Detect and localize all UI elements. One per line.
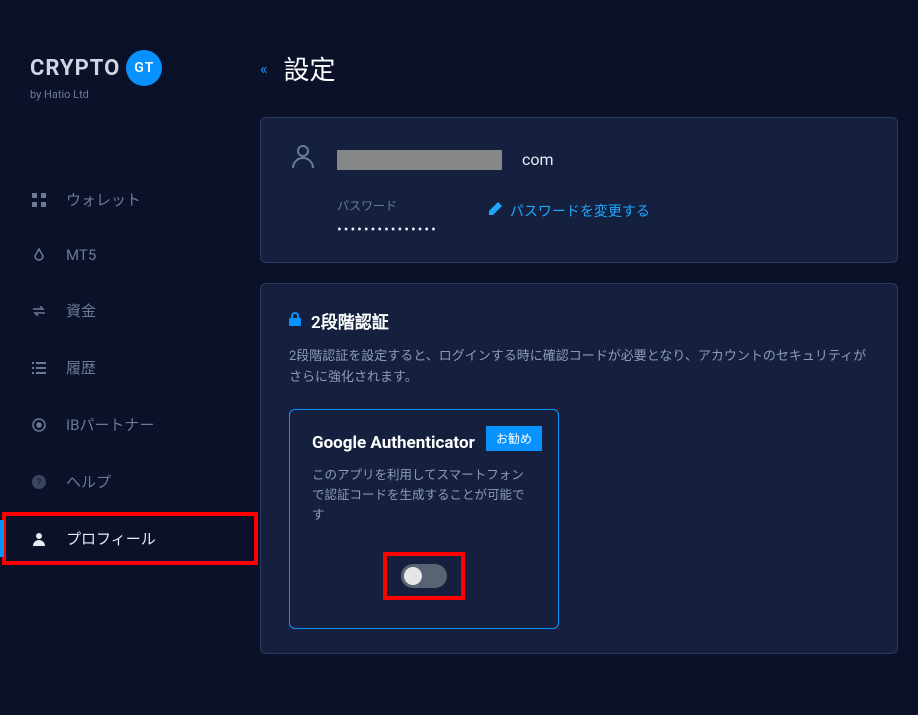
recommended-badge: お勧め: [486, 426, 542, 451]
two-factor-title: 2段階認証: [311, 308, 389, 333]
password-masked: •••••••••••••••: [337, 222, 438, 238]
password-label: パスワード: [337, 197, 438, 214]
sidebar-item-funds[interactable]: 資金: [0, 282, 260, 339]
exchange-icon: [30, 302, 48, 320]
email-row: com: [289, 142, 869, 177]
two-factor-card: 2段階認証 2段階認証を設定すると、ログインする時に確認コードが必要となり、アカ…: [260, 283, 898, 654]
password-block: パスワード ••••••••••••••• パスワードを変更する: [289, 197, 869, 238]
grid-icon: [30, 191, 48, 209]
toggle-knob: [404, 567, 422, 585]
change-password-label: パスワードを変更する: [510, 201, 650, 221]
sidebar: CRYPTO GT by Hatio Ltd ウォレット MT5 資金: [0, 0, 260, 715]
profile-card: com パスワード ••••••••••••••• パスワードを変更する: [260, 117, 898, 263]
change-password-link[interactable]: パスワードを変更する: [488, 201, 650, 221]
svg-text:?: ?: [37, 478, 41, 488]
two-factor-toggle[interactable]: [401, 564, 447, 588]
person-icon: [289, 142, 317, 177]
partner-icon: [30, 416, 48, 434]
sidebar-item-ib-partner[interactable]: IBパートナー: [0, 396, 260, 453]
sidebar-item-help[interactable]: ? ヘルプ: [0, 453, 260, 510]
drop-icon: [30, 246, 48, 264]
brand-name: CRYPTO: [30, 56, 120, 81]
sidebar-item-history[interactable]: 履歴: [0, 339, 260, 396]
collapse-sidebar-button[interactable]: «: [260, 59, 268, 78]
sidebar-item-profile[interactable]: プロフィール: [0, 510, 260, 567]
sidebar-item-label: 履歴: [66, 357, 96, 378]
authenticator-option: お勧め Google Authenticator このアプリを利用してスマートフ…: [289, 409, 559, 629]
email-redacted: [337, 150, 502, 170]
sidebar-item-label: プロフィール: [66, 528, 156, 549]
section-header: 2段階認証: [289, 308, 869, 333]
sidebar-nav: ウォレット MT5 資金 履歴 IBパートナー: [0, 141, 260, 567]
email-suffix: com: [522, 150, 554, 169]
sidebar-item-wallet[interactable]: ウォレット: [0, 171, 260, 228]
brand-badge: GT: [126, 50, 162, 86]
toggle-highlight: [383, 552, 465, 600]
pencil-icon: [488, 202, 502, 220]
list-icon: [30, 359, 48, 377]
user-icon: [30, 530, 48, 548]
two-factor-description: 2段階認証を設定すると、ログインする時に確認コードが必要となり、アカウントのセキ…: [289, 347, 869, 389]
main-content: « 設定 com パスワード ••••••••••••••• パスワードを変更す…: [260, 0, 918, 715]
brand-logo: CRYPTO GT by Hatio Ltd: [0, 50, 260, 141]
lock-icon: [289, 312, 301, 330]
page-header: « 設定: [260, 50, 898, 87]
sidebar-item-label: ヘルプ: [66, 471, 111, 492]
sidebar-item-mt5[interactable]: MT5: [0, 228, 260, 282]
sidebar-item-label: MT5: [66, 246, 96, 264]
page-title: 設定: [284, 50, 336, 87]
brand-subtitle: by Hatio Ltd: [30, 88, 230, 101]
sidebar-item-label: ウォレット: [66, 189, 141, 210]
authenticator-description: このアプリを利用してスマートフォンで認証コードを生成することが可能です: [312, 466, 536, 526]
sidebar-item-label: IBパートナー: [66, 414, 154, 435]
sidebar-item-label: 資金: [66, 300, 96, 321]
question-icon: ?: [30, 473, 48, 491]
